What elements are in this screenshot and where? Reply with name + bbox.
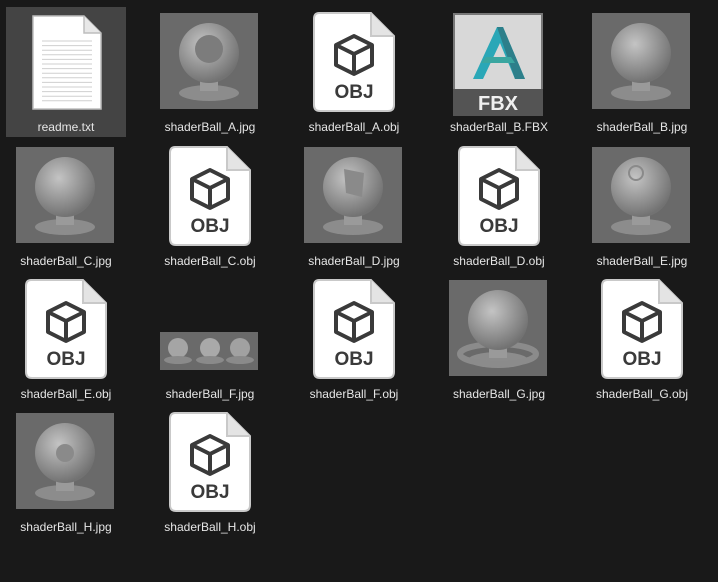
file-name-label: shaderBall_A.obj <box>308 120 400 134</box>
image-thumbnail <box>582 141 702 251</box>
file-name-label: shaderBall_D.obj <box>453 254 545 268</box>
svg-text:OBJ: OBJ <box>334 349 373 370</box>
file-name-label: shaderBall_B.jpg <box>596 120 688 134</box>
file-tile-shaderball-d-jpg[interactable]: shaderBall_D.jpg <box>294 141 414 271</box>
file-tile-shaderball-g-obj[interactable]: OBJ shaderBall_G.obj <box>582 274 702 404</box>
fbx-file-icon: FBX <box>439 7 559 117</box>
image-thumbnail <box>150 274 270 384</box>
file-tile-shaderball-f-jpg[interactable]: shaderBall_F.jpg <box>150 274 270 404</box>
file-name-label: shaderBall_B.FBX <box>449 120 549 134</box>
file-name-label: shaderBall_H.obj <box>164 520 256 534</box>
svg-text:OBJ: OBJ <box>479 216 518 237</box>
file-tile-shaderball-e-jpg[interactable]: shaderBall_E.jpg <box>582 141 702 271</box>
file-tile-shaderball-g-jpg[interactable]: shaderBall_G.jpg <box>439 274 559 404</box>
obj-file-icon: OBJ <box>294 274 414 384</box>
file-tile-readme-txt[interactable]: readme.txt <box>6 7 126 137</box>
file-tile-shaderball-a-obj[interactable]: OBJ shaderBall_A.obj <box>294 7 414 137</box>
obj-file-icon: OBJ <box>294 7 414 117</box>
file-name-label: shaderBall_E.jpg <box>596 254 688 268</box>
file-name-label: shaderBall_C.jpg <box>20 254 112 268</box>
file-tile-shaderball-h-obj[interactable]: OBJ shaderBall_H.obj <box>150 407 270 537</box>
image-thumbnail <box>582 7 702 117</box>
file-name-label: readme.txt <box>37 120 95 134</box>
file-name-label: shaderBall_D.jpg <box>308 254 400 268</box>
file-tile-shaderball-c-obj[interactable]: OBJ shaderBall_C.obj <box>150 141 270 271</box>
file-tile-shaderball-d-obj[interactable]: OBJ shaderBall_D.obj <box>439 141 559 271</box>
file-tile-shaderball-b-fbx[interactable]: FBX shaderBall_B.FBX <box>439 7 559 137</box>
file-name-label: shaderBall_G.jpg <box>452 387 546 401</box>
image-thumbnail <box>439 274 559 384</box>
obj-file-icon: OBJ <box>6 274 126 384</box>
file-name-label: shaderBall_G.obj <box>595 387 689 401</box>
file-name-label: shaderBall_C.obj <box>164 254 256 268</box>
file-tile-shaderball-c-jpg[interactable]: shaderBall_C.jpg <box>6 141 126 271</box>
file-name-label: shaderBall_H.jpg <box>20 520 112 534</box>
file-grid: readme.txt shaderBall_A.jpg OBJ shaderBa… <box>0 0 718 582</box>
image-thumbnail <box>6 141 126 251</box>
svg-text:FBX: FBX <box>478 93 519 115</box>
file-tile-shaderball-e-obj[interactable]: OBJ shaderBall_E.obj <box>6 274 126 404</box>
obj-file-icon: OBJ <box>582 274 702 384</box>
file-tile-shaderball-f-obj[interactable]: OBJ shaderBall_F.obj <box>294 274 414 404</box>
svg-text:OBJ: OBJ <box>190 482 229 503</box>
file-tile-shaderball-h-jpg[interactable]: shaderBall_H.jpg <box>6 407 126 537</box>
file-name-label: shaderBall_A.jpg <box>164 120 256 134</box>
svg-text:OBJ: OBJ <box>46 349 85 370</box>
svg-text:OBJ: OBJ <box>334 82 373 103</box>
file-name-label: shaderBall_F.obj <box>309 387 399 401</box>
image-thumbnail <box>150 7 270 117</box>
file-name-label: shaderBall_E.obj <box>20 387 112 401</box>
obj-file-icon: OBJ <box>150 407 270 517</box>
obj-file-icon: OBJ <box>439 141 559 251</box>
svg-text:OBJ: OBJ <box>190 216 229 237</box>
file-name-label: shaderBall_F.jpg <box>165 387 255 401</box>
file-tile-shaderball-b-jpg[interactable]: shaderBall_B.jpg <box>582 7 702 137</box>
file-tile-shaderball-a-jpg[interactable]: shaderBall_A.jpg <box>150 7 270 137</box>
image-thumbnail <box>294 141 414 251</box>
svg-text:OBJ: OBJ <box>622 349 661 370</box>
text-file-icon <box>6 7 126 117</box>
obj-file-icon: OBJ <box>150 141 270 251</box>
image-thumbnail <box>6 407 126 517</box>
